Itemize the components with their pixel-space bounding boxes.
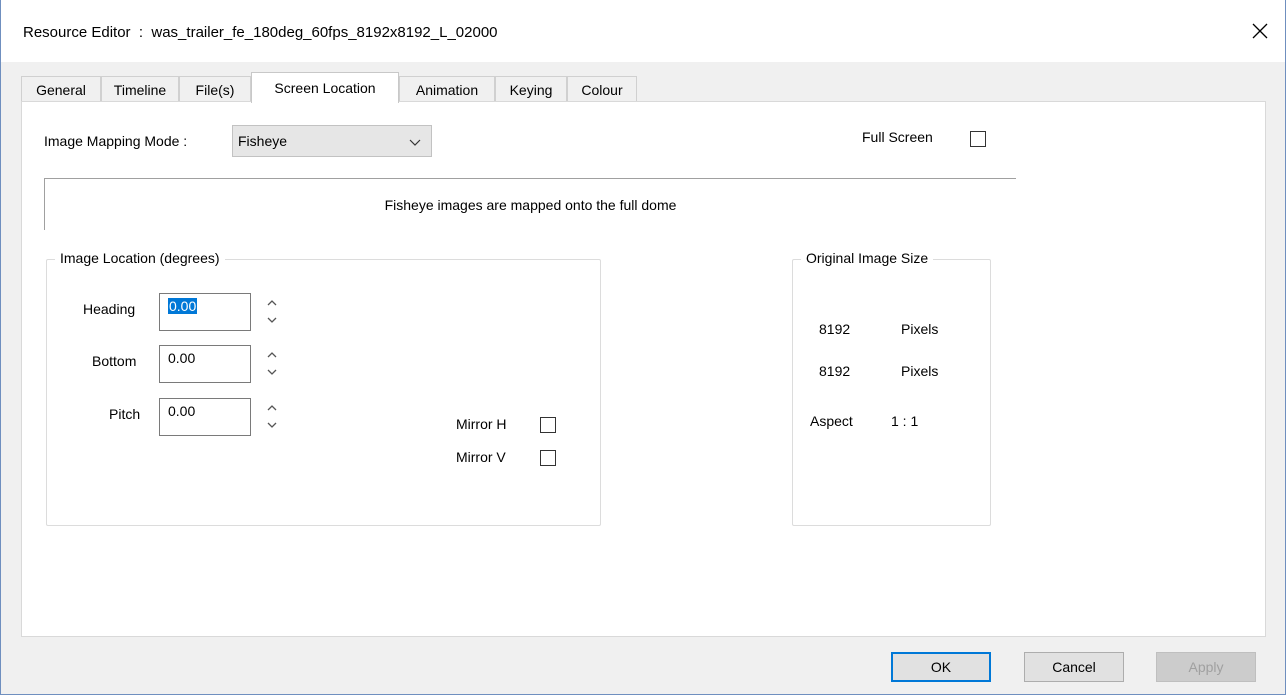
mirror-v-label: Mirror V [456, 449, 506, 465]
image-location-group: Image Location (degrees) Heading 0.00 Bo… [46, 250, 601, 526]
tab-animation[interactable]: Animation [399, 76, 495, 102]
heading-value: 0.00 [168, 298, 198, 314]
close-button[interactable] [1243, 14, 1277, 48]
resource-editor-window: Resource Editor : was_trailer_fe_180deg_… [0, 0, 1286, 695]
tab-timeline[interactable]: Timeline [101, 76, 179, 102]
aspect-value: 1 : 1 [891, 413, 919, 429]
mapping-description: Fisheye images are mapped onto the full … [384, 197, 677, 213]
full-screen-label: Full Screen [862, 129, 933, 145]
mirror-h-checkbox[interactable] [540, 417, 556, 433]
pitch-spinner[interactable] [265, 399, 279, 435]
mapping-description-box: Fisheye images are mapped onto the full … [44, 178, 1016, 230]
ok-button[interactable]: OK [891, 652, 991, 682]
bottom-input[interactable]: 0.00 [159, 345, 251, 383]
bottom-spinner[interactable] [265, 346, 279, 382]
spin-arrows-icon [267, 405, 277, 428]
tab-keying[interactable]: Keying [495, 76, 567, 102]
spin-arrows-icon [267, 300, 277, 323]
image-mapping-mode-value: Fisheye [238, 133, 288, 149]
heading-input[interactable]: 0.00 [159, 293, 251, 331]
cancel-button[interactable]: Cancel [1024, 652, 1124, 682]
apply-button[interactable]: Apply [1156, 652, 1256, 682]
title-bar[interactable]: Resource Editor : was_trailer_fe_180deg_… [1, 0, 1285, 62]
bottom-label: Bottom [92, 353, 137, 369]
image-width-value: 8192 [819, 321, 851, 337]
tab-general[interactable]: General [21, 76, 101, 102]
window-title: Resource Editor : was_trailer_fe_180deg_… [23, 24, 498, 41]
pitch-input[interactable]: 0.00 [159, 398, 251, 436]
aspect-label: Aspect [810, 413, 853, 429]
image-location-title: Image Location (degrees) [55, 250, 225, 266]
original-image-size-title: Original Image Size [801, 250, 934, 266]
full-screen-checkbox[interactable] [970, 131, 986, 147]
image-mapping-mode-select[interactable]: Fisheye [232, 125, 432, 157]
heading-label: Heading [83, 301, 136, 317]
bottom-value: 0.00 [168, 350, 196, 366]
image-mapping-mode-label: Image Mapping Mode : [44, 133, 188, 149]
tab-files[interactable]: File(s) [179, 76, 251, 102]
image-height-unit: Pixels [901, 363, 939, 379]
pitch-value: 0.00 [168, 403, 196, 419]
original-image-size-group: Original Image Size 8192 Pixels 8192 Pix… [792, 250, 991, 526]
close-icon [1252, 23, 1268, 39]
pitch-label: Pitch [109, 406, 141, 422]
spin-arrows-icon [267, 352, 277, 375]
mirror-h-label: Mirror H [456, 416, 507, 432]
tab-screen-location[interactable]: Screen Location [251, 72, 399, 103]
heading-spinner[interactable] [265, 294, 279, 330]
image-height-value: 8192 [819, 363, 851, 379]
image-width-unit: Pixels [901, 321, 939, 337]
chevron-down-icon [409, 139, 421, 146]
screen-location-panel: Image Mapping Mode : Fisheye Full Screen… [21, 101, 1266, 637]
tab-colour[interactable]: Colour [567, 76, 637, 102]
mirror-v-checkbox[interactable] [540, 450, 556, 466]
